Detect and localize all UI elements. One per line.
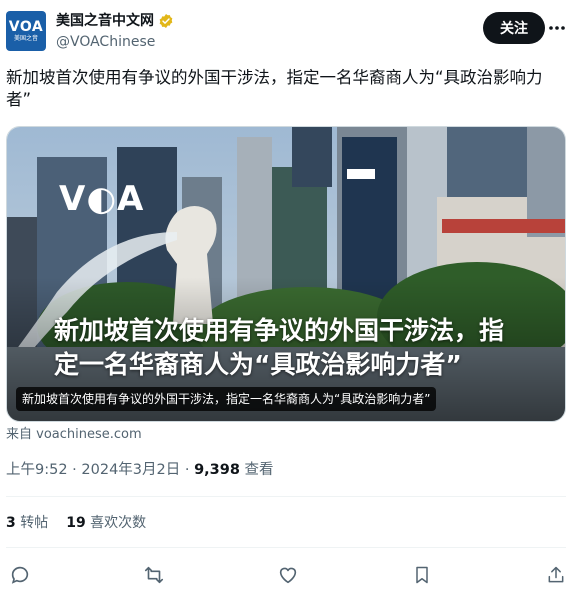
engagement-stats: 3 转帖 19 喜欢次数	[6, 514, 146, 532]
source-link[interactable]: 来自 voachinese.com	[6, 426, 142, 443]
likes-label: 喜欢次数	[90, 515, 147, 531]
avatar-logo-text: VOA	[8, 18, 44, 35]
handle[interactable]: @VOAChinese	[56, 33, 155, 51]
likes-count: 19	[66, 515, 86, 531]
share-icon[interactable]	[544, 563, 566, 587]
divider	[6, 547, 566, 548]
timestamp[interactable]: 上午9:52 · 2024年3月2日 ·	[6, 462, 194, 478]
bookmark-icon[interactable]	[410, 563, 434, 587]
avatar[interactable]: VOA 美国之音	[6, 11, 46, 51]
media-card[interactable]: V◐A 新加坡首次使用有争议的外国干涉法，指定一名华裔商人为“具政治影响力者” …	[6, 126, 566, 422]
voa-logo: V◐A	[59, 179, 144, 219]
follow-button[interactable]: 关注	[483, 12, 545, 44]
media-caption: 新加坡首次使用有争议的外国干涉法，指定一名华裔商人为“具政治影响力者”	[16, 387, 437, 411]
views-label: 查看	[239, 462, 274, 478]
voa-logo-text: V◐A	[59, 179, 145, 219]
media-overlay-title: 新加坡首次使用有争议的外国干涉法，指定一名华裔商人为“具政治影响力者”	[54, 316, 505, 379]
views-count: 9,398	[194, 462, 240, 478]
tweet-meta: 上午9:52 · 2024年3月2日 · 9,398 查看	[6, 461, 274, 479]
verified-badge-icon	[159, 14, 173, 28]
like-icon[interactable]	[276, 563, 300, 587]
avatar-subtext: 美国之音	[13, 34, 38, 42]
divider	[6, 496, 566, 497]
retweets-stat[interactable]: 3 转帖	[6, 514, 48, 532]
retweets-count: 3	[6, 515, 16, 531]
tweet-text: 新加坡首次使用有争议的外国干涉法，指定一名华裔商人为“具政治影响力者”	[6, 68, 543, 109]
more-horizontal-icon[interactable]	[548, 18, 566, 38]
retweet-icon[interactable]	[142, 563, 166, 587]
display-name[interactable]: 美国之音中文网	[56, 12, 154, 30]
retweets-label: 转帖	[20, 515, 49, 531]
likes-stat[interactable]: 19 喜欢次数	[66, 514, 146, 532]
display-name-row[interactable]: 美国之音中文网	[56, 12, 174, 30]
reply-icon[interactable]	[8, 563, 32, 587]
